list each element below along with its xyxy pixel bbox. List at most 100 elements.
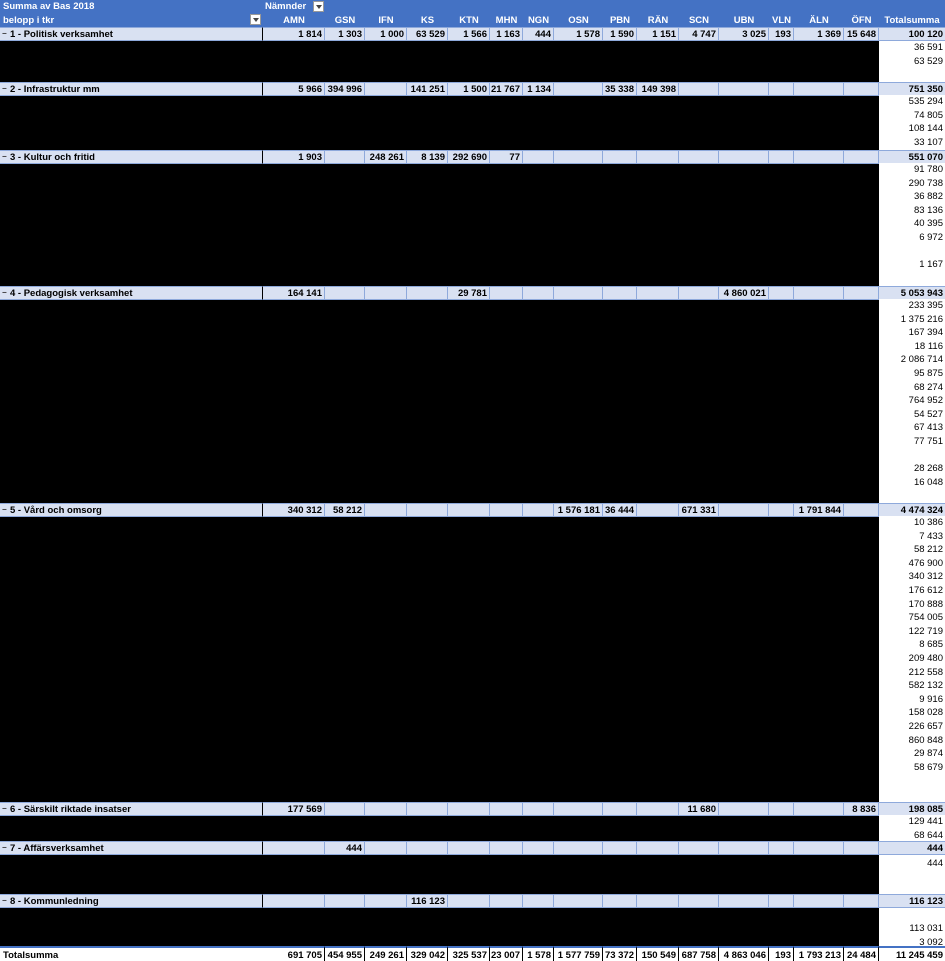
category-cell (407, 503, 448, 517)
category-cell (325, 802, 365, 816)
category-cell (844, 841, 879, 855)
category-cell: 193 (769, 27, 794, 41)
category-cell (679, 841, 719, 855)
category-row-label[interactable]: −6 - Särskilt riktade insatser (0, 802, 263, 816)
category-cell (719, 802, 769, 816)
category-cell: 671 331 (679, 503, 719, 517)
category-cell (637, 503, 679, 517)
category-cell (325, 894, 365, 908)
category-cell (719, 503, 769, 517)
grand-total-cell: 454 955 (325, 946, 365, 961)
category-cell (263, 894, 325, 908)
collapse-toggle-icon[interactable]: − (2, 844, 8, 852)
subtotal-cell: 129 441 (879, 815, 945, 829)
category-cell (523, 841, 554, 855)
subtotal-cell: 63 529 (879, 54, 945, 69)
collapse-toggle-icon[interactable]: − (2, 506, 8, 514)
subtotal-cell: 754 005 (879, 611, 945, 625)
category-cell: 1 814 (263, 27, 325, 41)
subtotal-cell: 113 031 (879, 922, 945, 936)
column-field-label: Nämnder (265, 1, 307, 12)
category-cell (523, 286, 554, 300)
category-row-label[interactable]: −8 - Kommunledning (0, 894, 263, 908)
subtotal-cell: 95 875 (879, 367, 945, 381)
subtotal-cell (879, 244, 945, 259)
collapse-toggle-icon[interactable]: − (2, 85, 8, 93)
collapse-toggle-icon[interactable]: − (2, 289, 8, 297)
subtotal-cell (879, 909, 945, 923)
category-cell (407, 841, 448, 855)
category-cell: 1 903 (263, 150, 325, 164)
collapse-toggle-icon[interactable]: − (2, 897, 8, 905)
subtotal-cell: 108 144 (879, 122, 945, 136)
category-cell (365, 894, 407, 908)
subtotal-cell: 10 386 (879, 516, 945, 530)
subtotal-cell: 2 086 714 (879, 353, 945, 367)
category-cell: 63 529 (407, 27, 448, 41)
category-cell (490, 841, 523, 855)
column-header-osn: OSN (554, 14, 603, 27)
collapse-toggle-icon[interactable]: − (2, 30, 8, 38)
category-total-cell: 444 (879, 841, 945, 855)
subtotal-cell: 77 751 (879, 435, 945, 449)
category-cell (448, 841, 490, 855)
category-cell: 1 134 (523, 82, 554, 96)
category-cell (603, 286, 637, 300)
pivot-table: Summa av Bas 2018 Nämnder belopp i tkr AMN G… (0, 0, 945, 961)
subtotal-cell: 340 312 (879, 570, 945, 584)
category-cell (365, 286, 407, 300)
category-total-cell: 100 120 (879, 27, 945, 41)
pivot-header-row: Summa av Bas 2018 Nämnder (0, 0, 945, 14)
category-cell: 444 (325, 841, 365, 855)
category-label: 8 - Kommunledning (10, 896, 99, 907)
subtotal-cell: 860 848 (879, 733, 945, 748)
category-cell (603, 802, 637, 816)
category-label: 3 - Kultur och fritid (10, 152, 95, 163)
grand-total-cell: 23 007 (490, 946, 523, 961)
category-row-label[interactable]: −2 - Infrastruktur mm (0, 82, 263, 96)
category-cell (448, 503, 490, 517)
category-cell (769, 802, 794, 816)
grand-total-cell: 1 793 213 (794, 946, 844, 961)
category-cell (523, 503, 554, 517)
subtotal-cell: 535 294 (879, 95, 945, 109)
category-cell: 1 369 (794, 27, 844, 41)
category-cell (603, 894, 637, 908)
category-row-label[interactable]: −5 - Vård och omsorg (0, 503, 263, 517)
category-cell (603, 841, 637, 855)
row-filter-dropdown-icon[interactable] (250, 14, 261, 25)
category-cell: 15 648 (844, 27, 879, 41)
pivot-title: Summa av Bas 2018 (3, 1, 95, 12)
subtotal-cell: 28 268 (879, 462, 945, 476)
category-cell: 1 000 (365, 27, 407, 41)
column-filter-dropdown-icon[interactable] (313, 1, 324, 12)
category-row-label[interactable]: −4 - Pedagogisk verksamhet (0, 286, 263, 300)
grand-total-cell: 691 705 (263, 946, 325, 961)
category-row-label[interactable]: −7 - Affärsverksamhet (0, 841, 263, 855)
grand-total-cell: 73 372 (603, 946, 637, 961)
category-cell: 5 966 (263, 82, 325, 96)
category-cell (523, 150, 554, 164)
category-cell: 1 163 (490, 27, 523, 41)
category-row-label[interactable]: −1 - Politisk verksamhet (0, 27, 263, 41)
category-cell (490, 503, 523, 517)
category-cell (679, 82, 719, 96)
category-cell: 1 576 181 (554, 503, 603, 517)
category-cell (554, 841, 603, 855)
category-cell (794, 82, 844, 96)
column-header-ks: KS (407, 14, 448, 27)
collapse-toggle-icon[interactable]: − (2, 805, 8, 813)
category-cell: 35 338 (603, 82, 637, 96)
subtotal-cell: 74 805 (879, 108, 945, 123)
column-header-öfn: ÖFN (844, 14, 879, 27)
subtotal-cell: 67 413 (879, 421, 945, 435)
collapse-toggle-icon[interactable]: − (2, 153, 8, 161)
category-cell: 1 578 (554, 27, 603, 41)
subtotal-cell: 176 612 (879, 584, 945, 598)
category-cell: 340 312 (263, 503, 325, 517)
category-cell: 4 860 021 (719, 286, 769, 300)
subtotal-cell: 8 685 (879, 638, 945, 652)
category-cell: 1 566 (448, 27, 490, 41)
category-total-cell: 4 474 324 (879, 503, 945, 517)
category-row-label[interactable]: −3 - Kultur och fritid (0, 150, 263, 164)
